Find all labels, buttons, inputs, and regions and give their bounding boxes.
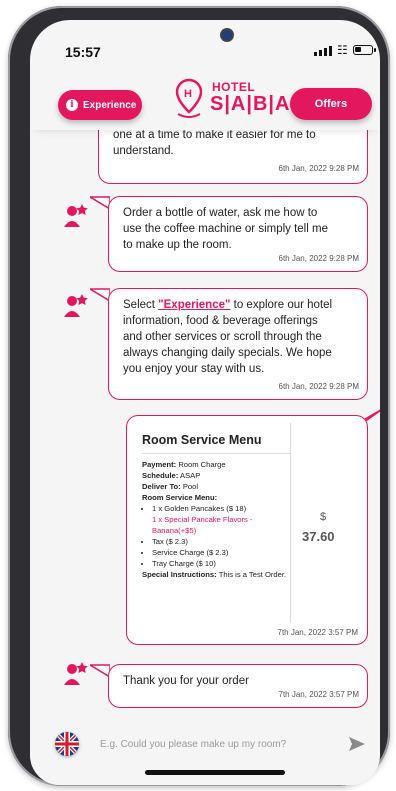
logo-text-hotel: HOTEL (212, 80, 256, 94)
app-screen: 15:57 ☷ i Experience H HOTEL S|A|B|A Off… (30, 20, 380, 785)
message-timestamp: 6th Jan, 2022 9:28 PM (278, 382, 360, 391)
room-service-title: Room Service Menu (142, 433, 262, 447)
order-item-text: 1 x Golden Pancakes ($ 18) (152, 504, 247, 513)
order-item: Tray Charge ($ 10) (152, 558, 292, 569)
bot-avatar-icon (64, 662, 88, 685)
message-timestamp: 6th Jan, 2022 9:28 PM (278, 164, 360, 173)
status-time: 15:57 (65, 44, 101, 60)
message-text: Select (123, 299, 159, 311)
info-icon: i (66, 99, 78, 111)
order-item-text: Service Charge ($ 2.3) (152, 548, 229, 557)
order-item: 1 x Golden Pancakes ($ 18) 1 x Special P… (152, 503, 292, 536)
hotel-saba-logo: H HOTEL S|A|B|A (158, 74, 289, 124)
experience-link[interactable]: "Experience" (158, 299, 230, 311)
message-composer (30, 720, 380, 785)
camera-icon (222, 30, 232, 40)
order-item-option: 1 x Special Pancake Flavors - Banana(+$5… (152, 515, 253, 535)
send-icon[interactable] (348, 736, 366, 752)
system-icons: ☷ (314, 43, 376, 57)
order-item-text: Tax ($ 2.3) (152, 537, 188, 546)
payment-value: Room Charge (178, 460, 226, 469)
bot-message: one at a time to make it easier for me t… (98, 130, 368, 184)
payment-label: Payment: (142, 460, 177, 469)
battery-icon (352, 45, 376, 55)
app-header: i Experience H HOTEL S|A|B|A Offers (30, 72, 380, 130)
bot-message: Select "Experience" to explore our hotel… (108, 288, 368, 400)
bot-message: Order a bottle of water, ask me how to u… (108, 196, 368, 272)
message-line-with-link: Select "Experience" to explore our hotel (123, 297, 357, 313)
divider (142, 453, 290, 454)
price-total: 37.60 (302, 529, 335, 544)
bot-message: Thank you for your order 7th Jan, 2022 3… (108, 664, 368, 708)
deliver-value: Pool (182, 482, 199, 491)
signal-icon (314, 45, 332, 56)
experience-button-label: Experience (83, 99, 137, 111)
message-timestamp: 7th Jan, 2022 3:57 PM (278, 690, 360, 699)
offers-button-label: Offers (314, 98, 348, 110)
message-timestamp: 7th Jan, 2022 3:57 PM (277, 628, 359, 637)
order-items: 1 x Golden Pancakes ($ 18) 1 x Special P… (142, 503, 292, 569)
message-line: always changing daily specials. We hope (123, 347, 332, 359)
bot-avatar-icon (64, 204, 88, 227)
message-text: to explore our hotel (230, 299, 333, 311)
home-indicator (145, 770, 285, 775)
room-service-details: Room Service Menu Payment: Room Charge S… (134, 423, 291, 623)
bot-avatar-icon (64, 294, 88, 317)
message-line: one at a time to make it easier for me t… (113, 130, 316, 141)
experience-button[interactable]: i Experience (58, 90, 142, 120)
schedule-value: ASAP (180, 471, 201, 480)
chat-area[interactable]: one at a time to make it easier for me t… (30, 130, 380, 715)
message-line: Order a bottle of water, ask me how to (123, 207, 318, 219)
logo-text-saba: S|A|B|A (210, 93, 291, 115)
order-item-text: Tray Charge ($ 10) (152, 559, 216, 568)
bubble-tail (90, 196, 110, 210)
wifi-icon: ☷ (337, 43, 348, 57)
menu-label: Room Service Menu: (142, 493, 218, 502)
message-line: and other services or scroll through the (123, 331, 322, 343)
order-item: Tax ($ 2.3) (152, 536, 292, 547)
message-timestamp: 6th Jan, 2022 9:28 PM (278, 254, 360, 263)
bubble-tail (90, 288, 110, 302)
message-line: you enjoy your stay with us. (123, 363, 265, 375)
status-bar: 15:57 ☷ (30, 20, 380, 72)
order-details: Payment: Room Charge Schedule: ASAP Deli… (142, 459, 292, 580)
offers-button[interactable]: Offers (290, 88, 372, 120)
phone-frame: 15:57 ☷ i Experience H HOTEL S|A|B|A Off… (8, 6, 390, 786)
svg-text:H: H (184, 88, 192, 100)
bubble-tail (90, 664, 110, 678)
special-instructions-value: This is a Test Order. (218, 570, 287, 579)
message-input[interactable] (100, 734, 320, 754)
uk-flag-icon[interactable] (55, 732, 79, 756)
deliver-label: Deliver To: (142, 482, 181, 491)
schedule-label: Schedule: (142, 471, 179, 480)
order-item: Service Charge ($ 2.3) (152, 547, 292, 558)
message-line: understand. (113, 145, 174, 157)
special-instructions-label: Special Instructions: (142, 570, 217, 579)
message-line: information, food & beverage offerings (123, 315, 318, 327)
room-service-card: Room Service Menu Payment: Room Charge S… (126, 409, 380, 645)
price-currency: $ (320, 511, 327, 523)
message-line: use the coffee machine or simply tell me (123, 223, 328, 235)
